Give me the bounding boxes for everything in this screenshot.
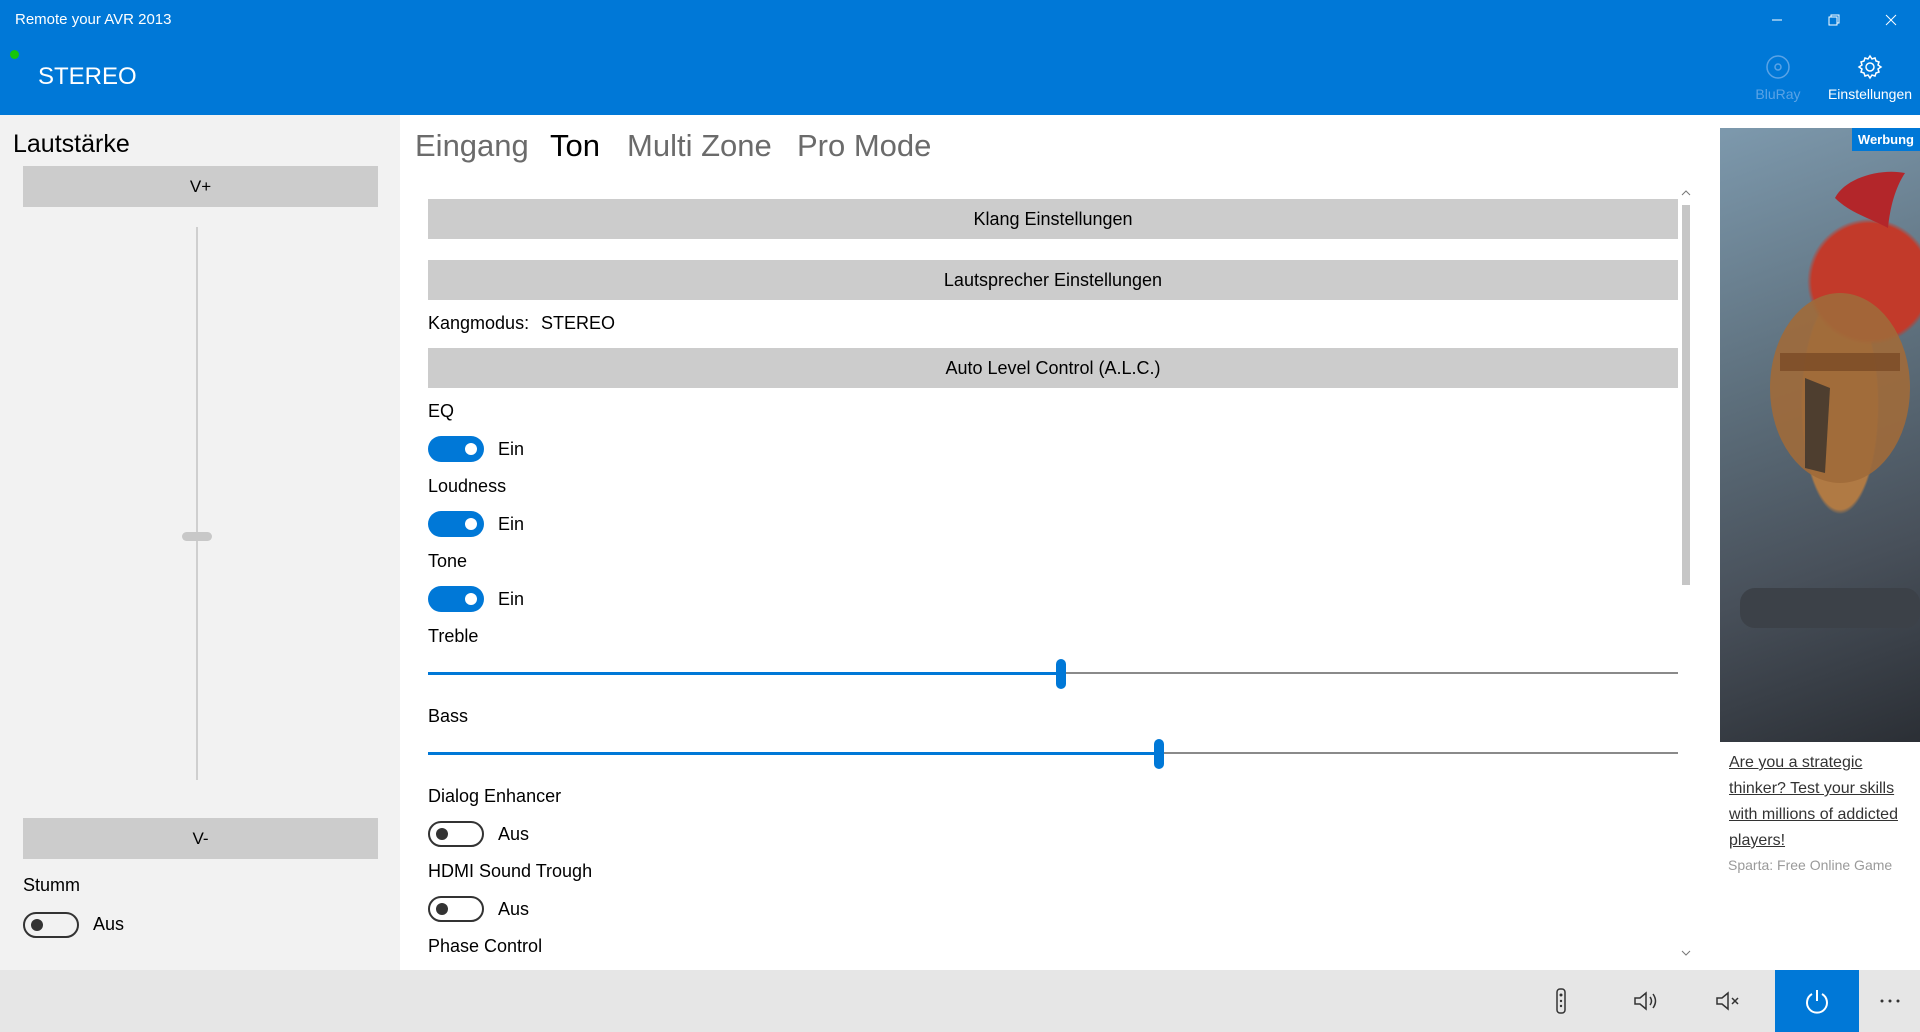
tone-state: Ein (498, 589, 525, 609)
scroll-up-icon[interactable] (1679, 188, 1693, 198)
volume-down-button[interactable]: V- (23, 818, 378, 859)
loudness-state: Ein (498, 514, 525, 534)
connection-status-indicator (10, 50, 19, 59)
volume-title: Lautstärke (13, 130, 130, 158)
current-mode-title: STEREO (38, 63, 137, 90)
bass-slider-fill (428, 752, 1159, 755)
treble-slider-thumb[interactable] (1056, 659, 1066, 689)
treble-label: Treble (428, 626, 479, 646)
volume-slider-thumb[interactable] (182, 532, 212, 541)
remote-icon (1556, 988, 1566, 1014)
scroll-down-icon[interactable] (1679, 948, 1693, 958)
tab-multi-zone[interactable]: Multi Zone (627, 128, 772, 164)
bass-label: Bass (428, 706, 469, 726)
hdmi-sound-label: HDMI Sound Trough (428, 861, 593, 881)
power-icon (1806, 990, 1828, 1014)
title-bar: Remote your AVR 2013 STEREO BluRay Einst… (0, 0, 1920, 115)
ad-image[interactable]: Werbung (1720, 128, 1920, 742)
klang-settings-header[interactable]: Klang Einstellungen (428, 199, 1678, 239)
restore-button[interactable] (1805, 0, 1862, 40)
spartan-warrior-image (1740, 171, 1920, 628)
loudness-label: Loudness (428, 476, 507, 496)
ad-badge: Werbung (1851, 128, 1920, 151)
restore-icon (1828, 14, 1839, 26)
sound-mode-value: STEREO (541, 313, 616, 333)
sound-mode-label: Kangmodus: (428, 313, 530, 333)
mute-state: Aus (93, 914, 125, 934)
tab-eingang[interactable]: Eingang (415, 128, 529, 164)
settings-label: Einstellungen (1827, 86, 1913, 102)
bass-slider-thumb[interactable] (1154, 739, 1164, 769)
eq-state: Ein (498, 439, 525, 459)
close-button[interactable] (1862, 0, 1919, 40)
hdmi-sound-state: Aus (498, 899, 530, 919)
toggle-knob (465, 518, 477, 530)
bluray-label: BluRay (1755, 86, 1801, 102)
volume-up-button[interactable]: V+ (23, 166, 378, 207)
toggle-knob (465, 443, 477, 455)
more-icon (1880, 999, 1900, 1003)
tab-ton[interactable]: Ton (550, 128, 600, 164)
close-icon (1885, 14, 1896, 26)
remote-button[interactable] (1519, 970, 1603, 1032)
disc-icon (1766, 55, 1790, 79)
toggle-knob (31, 919, 43, 931)
hdmi-sound-toggle[interactable] (428, 896, 484, 922)
ad-link-text[interactable]: Are you a strategic thinker? Test your s… (1729, 750, 1915, 854)
minimize-icon (1771, 19, 1782, 21)
bluray-command[interactable]: BluRay (1730, 54, 1826, 102)
minimize-button[interactable] (1748, 0, 1805, 40)
speaker-icon (1634, 991, 1657, 1011)
volume-button[interactable] (1605, 970, 1689, 1032)
dialog-enhancer-label: Dialog Enhancer (428, 786, 562, 806)
settings-scrollbar[interactable] (1679, 188, 1693, 958)
volume-panel: Lautstärke V+ V- Stumm Aus (0, 115, 400, 970)
treble-slider-fill (428, 672, 1061, 675)
eq-label: EQ (428, 401, 455, 421)
toggle-knob (465, 593, 477, 605)
dialog-enhancer-toggle[interactable] (428, 821, 484, 847)
tab-pro-mode[interactable]: Pro Mode (797, 128, 931, 164)
mute-button[interactable] (1687, 970, 1771, 1032)
mute-toggle[interactable] (23, 912, 79, 938)
tone-toggle[interactable] (428, 586, 484, 612)
tone-label: Tone (428, 551, 468, 571)
toggle-knob (436, 903, 448, 915)
alc-header[interactable]: Auto Level Control (A.L.C.) (428, 348, 1678, 388)
mute-icon (1716, 991, 1739, 1011)
toggle-knob (436, 828, 448, 840)
dialog-enhancer-state: Aus (498, 824, 530, 844)
ad-source: Sparta: Free Online Game (1728, 857, 1893, 873)
gear-icon (1857, 54, 1883, 80)
settings-command[interactable]: Einstellungen (1822, 54, 1918, 102)
treble-slider[interactable] (428, 659, 1678, 689)
phase-control-label: Phase Control (428, 936, 543, 956)
bass-slider[interactable] (428, 739, 1678, 769)
speaker-settings-header[interactable]: Lautsprecher Einstellungen (428, 260, 1678, 300)
more-button[interactable] (1860, 970, 1920, 1032)
volume-slider-track[interactable] (196, 227, 198, 780)
command-bar (0, 970, 1920, 1032)
loudness-toggle[interactable] (428, 511, 484, 537)
power-button[interactable] (1775, 970, 1859, 1032)
mute-label: Stumm (23, 875, 81, 895)
app-title: Remote your AVR 2013 (15, 11, 172, 28)
scrollbar-thumb[interactable] (1682, 205, 1690, 585)
eq-toggle[interactable] (428, 436, 484, 462)
